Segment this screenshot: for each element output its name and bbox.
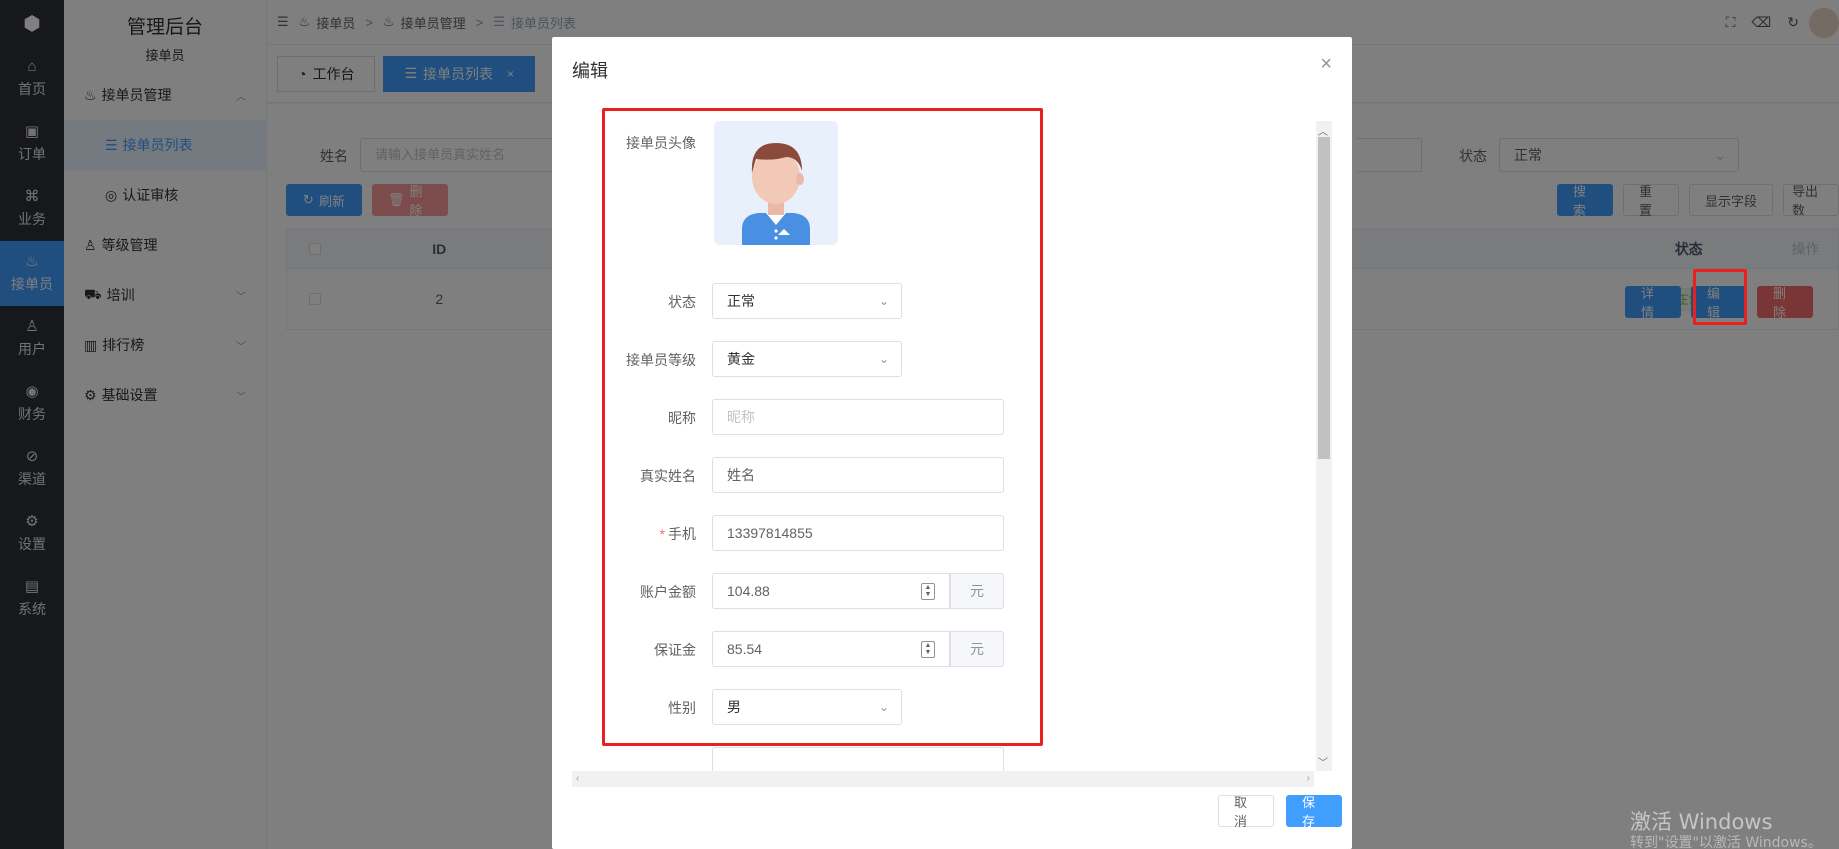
scroll-right-icon[interactable]: ›: [1307, 773, 1310, 784]
vertical-scrollbar[interactable]: ︿ ﹀: [1316, 121, 1332, 771]
dialog-title: 编辑: [572, 61, 608, 81]
scroll-up-icon[interactable]: ︿: [1318, 123, 1328, 138]
close-icon[interactable]: ×: [1320, 53, 1332, 76]
save-button[interactable]: 保存: [1286, 795, 1342, 829]
scroll-down-icon[interactable]: ﹀: [1318, 754, 1328, 769]
next-field-row-partial: [572, 747, 1312, 771]
scrollbar-thumb[interactable]: [1318, 137, 1330, 459]
highlight-box-edit: [1693, 269, 1747, 325]
partial-input[interactable]: [712, 747, 1004, 771]
dialog-footer: 取消 保存: [1218, 795, 1342, 829]
cancel-button[interactable]: 取消: [1218, 795, 1274, 829]
activation-watermark-hint: 转到"设置"以激活 Windows。: [1630, 835, 1822, 849]
horizontal-scrollbar[interactable]: ‹ ›: [572, 771, 1314, 787]
highlight-box-form: [602, 108, 1043, 746]
scroll-left-icon[interactable]: ‹: [576, 773, 579, 784]
